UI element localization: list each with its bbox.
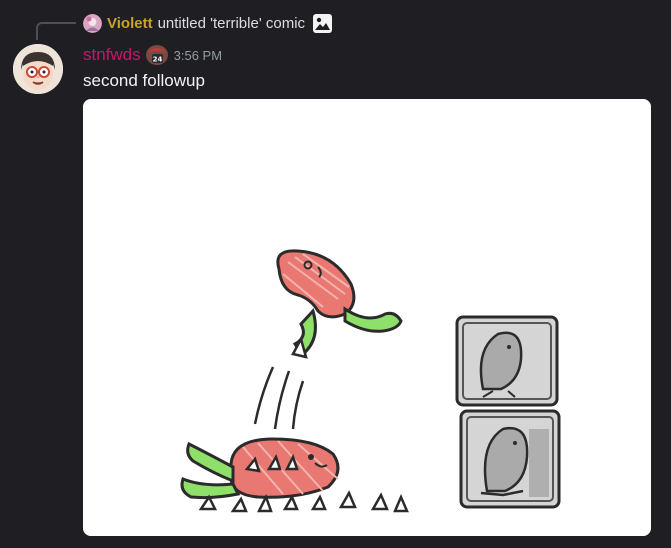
role-badge-icon[interactable]: 24 <box>145 44 169 66</box>
message-header: stnfwds 24 3:56 PM <box>83 43 222 67</box>
role-badge-text: 24 <box>152 56 162 64</box>
reply-content[interactable]: untitled 'terrible' comic <box>158 15 305 32</box>
chat-message: Violett untitled 'terrible' comic stnfwd <box>0 0 671 548</box>
reply-connector-line <box>36 22 76 40</box>
reply-preview[interactable]: Violett untitled 'terrible' comic <box>83 12 333 34</box>
user-avatar[interactable] <box>13 44 63 94</box>
stacked-boxes <box>455 315 561 509</box>
comic-drawing <box>83 99 651 536</box>
reply-author-name[interactable]: Violett <box>107 15 153 32</box>
reply-avatar[interactable] <box>83 13 102 33</box>
message-timestamp[interactable]: 3:56 PM <box>174 48 222 63</box>
message-author-name[interactable]: stnfwds <box>83 45 141 65</box>
image-attachment[interactable] <box>83 99 651 536</box>
message-content: second followup <box>83 71 205 90</box>
image-icon <box>312 13 333 34</box>
